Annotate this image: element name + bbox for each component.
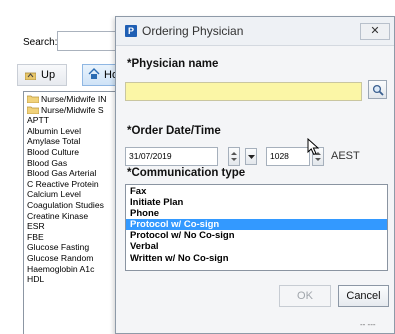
list-item[interactable]: Glucose Random xyxy=(27,253,126,264)
communication-option[interactable]: Fax xyxy=(126,186,387,197)
search-icon xyxy=(372,84,384,96)
list-item-label: Nurse/Midwife S xyxy=(41,104,104,115)
dialog-titlebar[interactable]: P Ordering Physician ✕ xyxy=(116,17,394,46)
chevron-down-icon xyxy=(247,155,255,159)
list-item[interactable]: Glucose Fasting xyxy=(27,242,126,253)
list-item-label: Blood Gas Arterial xyxy=(27,168,97,179)
list-item-label: ESR xyxy=(27,221,45,232)
cancel-button[interactable]: Cancel xyxy=(338,285,389,307)
close-button[interactable]: ✕ xyxy=(360,23,390,40)
up-button[interactable]: Up xyxy=(17,64,67,86)
list-item-label: Creatine Kinase xyxy=(27,210,89,221)
list-item[interactable]: APTT xyxy=(27,115,126,126)
communication-option[interactable]: Written w/ No Co-sign xyxy=(126,253,387,264)
list-item-label: FBE xyxy=(27,231,44,242)
list-item-label: Glucose Random xyxy=(27,252,94,263)
list-item[interactable]: Blood Culture xyxy=(27,147,126,158)
order-date-input[interactable]: 31/07/2019 xyxy=(125,147,218,166)
physician-search-button[interactable] xyxy=(368,80,387,99)
list-item[interactable]: Haemoglobin A1c xyxy=(27,264,126,275)
order-folder-list[interactable]: Nurse/Midwife IN Nurse/Midwife S APTT Album… xyxy=(23,91,127,334)
search-input[interactable] xyxy=(57,31,119,51)
list-item-label: HDL xyxy=(27,274,45,285)
list-item[interactable]: HDL xyxy=(27,274,126,285)
folder-item[interactable]: Nurse/Midwife IN xyxy=(27,94,126,105)
list-item-label: Blood Gas xyxy=(27,157,68,168)
list-item[interactable]: FBE xyxy=(27,232,126,243)
list-item[interactable]: ESR xyxy=(27,221,126,232)
list-item-label: Albumin Level xyxy=(27,125,81,136)
list-item-label: Coagulation Studies xyxy=(27,199,104,210)
list-item-label: Blood Culture xyxy=(27,146,80,157)
folder-icon xyxy=(27,106,39,114)
list-item[interactable]: Blood Gas Arterial xyxy=(27,168,126,179)
communication-option[interactable]: Initiate Plan xyxy=(126,197,387,208)
timezone-label: AEST xyxy=(331,150,360,162)
mouse-cursor-icon xyxy=(307,138,321,156)
communication-option[interactable]: Phone xyxy=(126,208,387,219)
date-dropdown-button[interactable] xyxy=(245,148,257,165)
list-item-label: Glucose Fasting xyxy=(27,242,90,253)
list-item[interactable]: Creatine Kinase xyxy=(27,211,126,222)
communication-option[interactable]: Protocol w/ No Co-sign xyxy=(126,230,387,241)
list-item[interactable]: Amylase Total xyxy=(27,136,126,147)
search-label: Search: xyxy=(23,37,58,48)
dialog-footer-text: -- --- xyxy=(360,320,376,329)
folder-item[interactable]: Nurse/Midwife S xyxy=(27,105,126,116)
list-item-label: Haemoglobin A1c xyxy=(27,263,95,274)
list-item-label: APTT xyxy=(27,115,49,126)
communication-option[interactable]: Verbal xyxy=(126,241,387,252)
up-folder-icon xyxy=(25,71,36,80)
order-time-input[interactable]: 1028 xyxy=(266,147,310,166)
home-icon xyxy=(88,68,100,82)
date-spinner[interactable] xyxy=(228,147,240,166)
list-item[interactable]: Calcium Level xyxy=(27,189,126,200)
list-item-label: C Reactive Protein xyxy=(27,178,99,189)
communication-type-label: *Communication type xyxy=(127,167,246,179)
ok-button[interactable]: OK xyxy=(279,285,331,307)
physician-name-input[interactable] xyxy=(125,82,362,101)
communication-option[interactable]: Protocol w/ Co-sign xyxy=(126,219,387,231)
list-item[interactable]: C Reactive Protein xyxy=(27,179,126,190)
list-item-label: Nurse/Midwife IN xyxy=(41,94,107,104)
list-item[interactable]: Blood Gas xyxy=(27,158,126,169)
order-datetime-label: *Order Date/Time xyxy=(127,125,221,137)
dialog-title: Ordering Physician xyxy=(142,24,244,38)
up-button-label: Up xyxy=(41,69,56,81)
list-item-label: Calcium Level xyxy=(27,189,81,200)
folder-icon xyxy=(27,95,39,104)
communication-type-list[interactable]: Fax Initiate Plan Phone Protocol w/ Co-sign… xyxy=(125,184,388,271)
list-item-label: Amylase Total xyxy=(27,136,81,147)
app-logo-icon: P xyxy=(125,25,137,37)
physician-name-label: *Physician name xyxy=(127,58,219,70)
spinner-arrows-icon xyxy=(231,152,237,161)
list-item[interactable]: Albumin Level xyxy=(27,126,126,137)
ordering-physician-dialog: P Ordering Physician ✕ *Physician name *… xyxy=(115,16,395,334)
list-item[interactable]: Coagulation Studies xyxy=(27,200,126,211)
